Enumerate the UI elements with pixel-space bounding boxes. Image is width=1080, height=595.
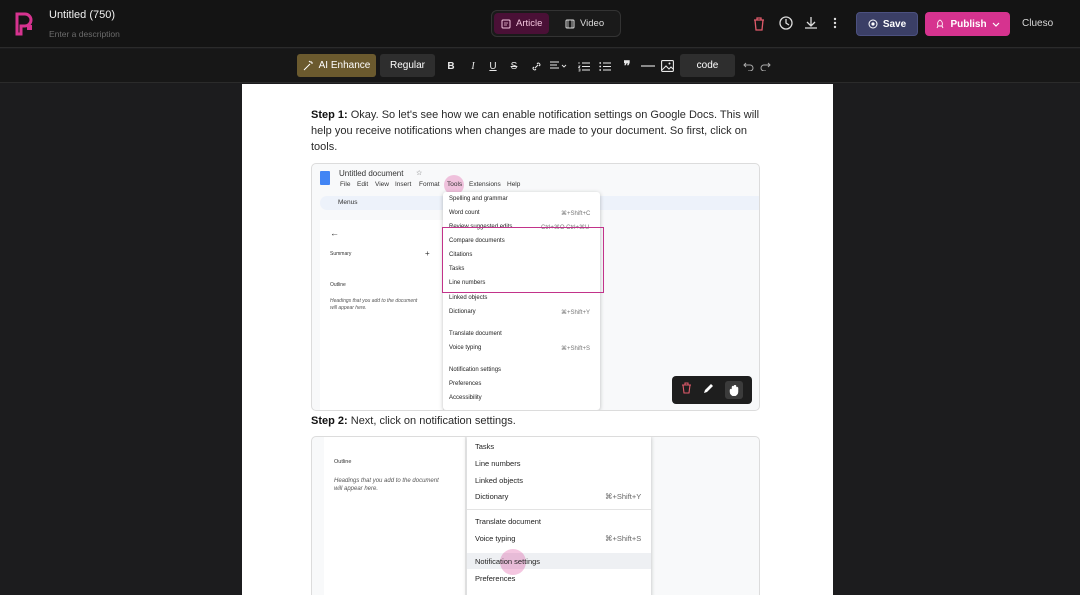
gd-item-preferences: Preferences xyxy=(449,381,482,387)
gd2-menu-divider xyxy=(467,509,651,510)
brand-name: Clueso xyxy=(1022,18,1054,29)
save-icon xyxy=(868,19,878,29)
tab-video[interactable]: Video xyxy=(558,13,611,34)
gd-menu-help: Help xyxy=(507,181,521,188)
step-2-body: Next, click on notification settings. xyxy=(347,415,516,427)
gd-menu-insert: Insert xyxy=(395,181,412,188)
tab-article-label: Article xyxy=(516,18,543,29)
gd-doc-title: Untitled document xyxy=(339,169,404,178)
rocket-icon xyxy=(937,19,944,29)
article-icon xyxy=(501,19,511,28)
save-button[interactable]: Save xyxy=(856,12,918,36)
gd-outline-hint-2: will appear here. xyxy=(330,305,367,311)
gd2-item-dictionary: Dictionary ⌘+Shift+Y xyxy=(475,492,642,501)
delete-icon[interactable] xyxy=(750,14,768,32)
step-1-label: Step 1: xyxy=(311,109,348,121)
gd2-item-preferences: Preferences xyxy=(475,574,516,583)
more-options-icon[interactable] xyxy=(826,14,844,32)
gd-add-summary-icon: + xyxy=(425,249,430,258)
document-title[interactable]: Untitled (750) xyxy=(49,9,115,21)
ai-enhance-button[interactable]: AI Enhance xyxy=(297,54,376,77)
step-2-screenshot[interactable]: Outline Headings that you add to the doc… xyxy=(311,436,760,595)
code-block-button[interactable]: code xyxy=(680,54,735,77)
link-icon[interactable] xyxy=(530,59,542,73)
gd2-outline-hint-1: Headings that you add to the document xyxy=(334,478,439,484)
app-logo-icon[interactable] xyxy=(14,12,36,36)
editor-page: Step 1: Okay. So let's see how we can en… xyxy=(242,84,833,595)
step-2-text[interactable]: Step 2: Next, click on notification sett… xyxy=(311,413,761,429)
gd-item-accessibility: Accessibility xyxy=(449,395,482,401)
publish-label: Publish xyxy=(950,18,987,30)
download-icon[interactable] xyxy=(802,14,820,32)
undo-icon[interactable] xyxy=(742,59,754,73)
ai-enhance-label: AI Enhance xyxy=(318,60,371,71)
numbered-list-icon[interactable] xyxy=(578,59,590,73)
gd-summary-label: Summary xyxy=(330,251,352,257)
gd2-item-linked-objects: Linked objects xyxy=(475,476,523,485)
image-icon[interactable] xyxy=(660,59,674,73)
gd-item-linked-objects: Linked objects xyxy=(449,295,488,301)
gd-item-spelling: Spelling and grammar xyxy=(449,196,508,202)
bold-icon[interactable]: B xyxy=(446,59,456,73)
gd2-outline-hint-2: will appear here. xyxy=(334,486,379,492)
gd-back-icon: ← xyxy=(330,228,339,238)
tab-article[interactable]: Article xyxy=(494,13,550,34)
top-bar: Untitled (750) Enter a description Artic… xyxy=(0,0,1080,48)
step-1-screenshot[interactable]: Untitled document ☆ File Edit View Inser… xyxy=(311,163,760,411)
strikethrough-icon[interactable]: S xyxy=(509,59,519,73)
gd2-tools-menu: Tasks Line numbers Linked objects Dictio… xyxy=(467,437,651,595)
gd-menu-file: File xyxy=(340,181,351,188)
step-2-label: Step 2: xyxy=(311,415,348,427)
gd2-item-notification-settings: Notification settings xyxy=(475,557,541,566)
video-icon xyxy=(565,19,575,28)
redo-icon[interactable] xyxy=(759,59,771,73)
underline-icon[interactable]: U xyxy=(488,59,498,73)
gd-menu-view: View xyxy=(375,181,389,188)
mode-toggle: Article Video xyxy=(491,10,621,37)
quote-icon[interactable]: ❞ xyxy=(621,58,633,73)
align-dropdown-icon[interactable] xyxy=(549,59,569,73)
gd-item-dictionary: Dictionary ⌘+Shift+Y xyxy=(449,309,591,316)
save-label: Save xyxy=(882,18,907,30)
publish-button[interactable]: Publish xyxy=(925,12,1010,36)
gd-menubar: File Edit View Insert Format Tools Exten… xyxy=(312,175,532,195)
gd-outline-label: Outline xyxy=(330,282,346,288)
highlight-box xyxy=(442,227,604,293)
gd-menu-tools: Tools xyxy=(447,181,463,188)
bullet-list-icon[interactable] xyxy=(599,59,611,73)
gd2-outline-label: Outline xyxy=(334,459,352,465)
gd-tools-menu: Spelling and grammar Word count ⌘+Shift+C… xyxy=(443,192,600,410)
gd-search-menus: Menus xyxy=(338,199,358,206)
step-1-body: Okay. So let's see how we can enable not… xyxy=(311,109,760,153)
text-style-dropdown[interactable]: Regular xyxy=(380,54,435,77)
gd2-item-translate: Translate document xyxy=(475,517,542,526)
gd2-item-voice-typing: Voice typing ⌘+Shift+S xyxy=(475,534,642,543)
magic-wand-icon xyxy=(303,60,313,71)
gd-item-translate: Translate document xyxy=(449,331,502,337)
gd-item-notification-settings: Notification settings xyxy=(449,367,502,373)
gd-menu-format: Format xyxy=(419,181,440,188)
tab-video-label: Video xyxy=(580,18,605,29)
gd-item-voice-typing: Voice typing ⌘+Shift+S xyxy=(449,345,591,352)
description-input[interactable]: Enter a description xyxy=(49,29,120,39)
gd-star-icon: ☆ xyxy=(416,170,423,177)
divider-icon[interactable] xyxy=(641,59,655,73)
gd2-item-tasks: Tasks xyxy=(475,442,495,451)
image-drag-handle-icon[interactable] xyxy=(724,381,743,399)
history-icon[interactable] xyxy=(777,14,795,32)
gd-outline-hint-1: Headings that you add to the document xyxy=(330,298,418,304)
step-1-text[interactable]: Step 1: Okay. So let's see how we can en… xyxy=(311,107,761,155)
image-edit-icon[interactable] xyxy=(703,381,714,399)
gd2-item-line-numbers: Line numbers xyxy=(475,459,521,468)
chevron-down-icon xyxy=(992,22,999,27)
image-delete-icon[interactable] xyxy=(681,381,692,399)
image-action-toolbar xyxy=(672,376,752,404)
gd-item-word-count: Word count ⌘+Shift+C xyxy=(449,210,591,217)
gd-menu-extensions: Extensions xyxy=(469,181,501,188)
gd-menu-edit: Edit xyxy=(357,181,369,188)
formatting-toolbar: AI Enhance Regular B I U S ❞ code xyxy=(0,49,1080,83)
italic-icon[interactable]: I xyxy=(468,59,478,73)
